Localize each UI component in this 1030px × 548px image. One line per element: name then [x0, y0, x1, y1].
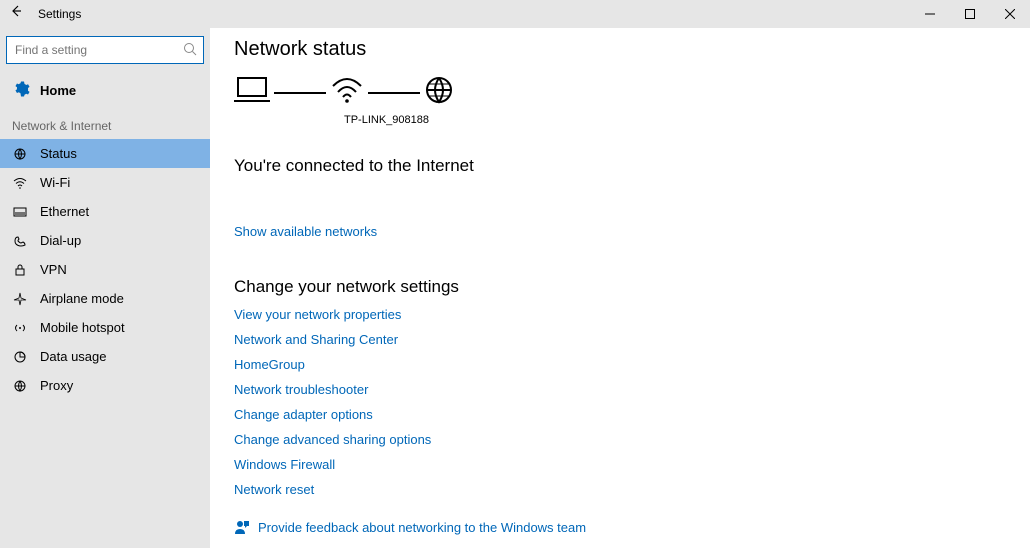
sidebar-item-label: Status: [40, 146, 77, 161]
sidebar: Home Network & Internet Status Wi-Fi Eth…: [0, 28, 210, 548]
sidebar-item-wifi[interactable]: Wi-Fi: [0, 168, 210, 197]
sidebar-home[interactable]: Home: [0, 74, 210, 107]
diagram-line: [368, 92, 420, 94]
close-button[interactable]: [990, 0, 1030, 28]
sidebar-item-label: Wi-Fi: [40, 175, 70, 190]
link-homegroup[interactable]: HomeGroup: [234, 357, 1006, 372]
pc-icon: [234, 76, 270, 109]
maximize-icon: [965, 9, 975, 19]
router-wifi-icon: [330, 76, 364, 109]
airplane-icon: [12, 292, 28, 306]
sidebar-item-vpn[interactable]: VPN: [0, 255, 210, 284]
feedback-icon: [234, 519, 250, 535]
wifi-icon: [12, 176, 28, 190]
sidebar-item-status[interactable]: Status: [0, 139, 210, 168]
search-icon: [183, 42, 197, 59]
sidebar-item-hotspot[interactable]: Mobile hotspot: [0, 313, 210, 342]
minimize-button[interactable]: [910, 0, 950, 28]
network-diagram: [234, 75, 1006, 110]
settings-links: View your network properties Network and…: [234, 307, 1006, 497]
sidebar-home-label: Home: [40, 83, 76, 98]
sidebar-item-datausage[interactable]: Data usage: [0, 342, 210, 371]
link-view-properties[interactable]: View your network properties: [234, 307, 1006, 322]
link-advanced-sharing[interactable]: Change advanced sharing options: [234, 432, 1006, 447]
gear-icon: [12, 80, 30, 101]
link-adapter-options[interactable]: Change adapter options: [234, 407, 1006, 422]
search-field[interactable]: [13, 42, 183, 58]
sidebar-item-label: Proxy: [40, 378, 73, 393]
sidebar-item-label: Airplane mode: [40, 291, 124, 306]
sidebar-item-label: Mobile hotspot: [40, 320, 125, 335]
titlebar: Settings: [0, 0, 1030, 28]
vpn-icon: [12, 263, 28, 277]
datausage-icon: [12, 350, 28, 364]
sidebar-item-proxy[interactable]: Proxy: [0, 371, 210, 400]
change-settings-heading: Change your network settings: [234, 277, 1006, 297]
maximize-button[interactable]: [950, 0, 990, 28]
ethernet-icon: [12, 205, 28, 219]
sidebar-item-airplane[interactable]: Airplane mode: [0, 284, 210, 313]
link-firewall[interactable]: Windows Firewall: [234, 457, 1006, 472]
show-networks-link[interactable]: Show available networks: [234, 224, 377, 239]
feedback-link[interactable]: Provide feedback about networking to the…: [234, 519, 1006, 535]
link-network-reset[interactable]: Network reset: [234, 482, 1006, 497]
back-button[interactable]: [0, 0, 32, 28]
sidebar-item-label: VPN: [40, 262, 67, 277]
network-name: TP-LINK_908188: [344, 114, 1006, 126]
arrow-left-icon: [9, 4, 23, 18]
page-title: Network status: [234, 38, 1006, 61]
sidebar-category: Network & Internet: [0, 107, 210, 139]
diagram-line: [274, 92, 326, 94]
sidebar-item-label: Data usage: [40, 349, 107, 364]
connected-heading: You're connected to the Internet: [234, 156, 1006, 176]
feedback-label: Provide feedback about networking to the…: [258, 520, 586, 535]
link-sharing-center[interactable]: Network and Sharing Center: [234, 332, 1006, 347]
main-content: Network status TP-LINK_908188 You're con…: [210, 28, 1030, 548]
window-title: Settings: [32, 7, 81, 21]
proxy-icon: [12, 379, 28, 393]
search-input[interactable]: [6, 36, 204, 64]
minimize-icon: [925, 9, 935, 19]
globe-icon: [424, 75, 454, 110]
sidebar-item-dialup[interactable]: Dial-up: [0, 226, 210, 255]
dialup-icon: [12, 234, 28, 248]
sidebar-item-label: Ethernet: [40, 204, 89, 219]
status-icon: [12, 147, 28, 161]
sidebar-item-label: Dial-up: [40, 233, 81, 248]
sidebar-item-ethernet[interactable]: Ethernet: [0, 197, 210, 226]
hotspot-icon: [12, 321, 28, 335]
link-troubleshooter[interactable]: Network troubleshooter: [234, 382, 1006, 397]
close-icon: [1005, 9, 1015, 19]
